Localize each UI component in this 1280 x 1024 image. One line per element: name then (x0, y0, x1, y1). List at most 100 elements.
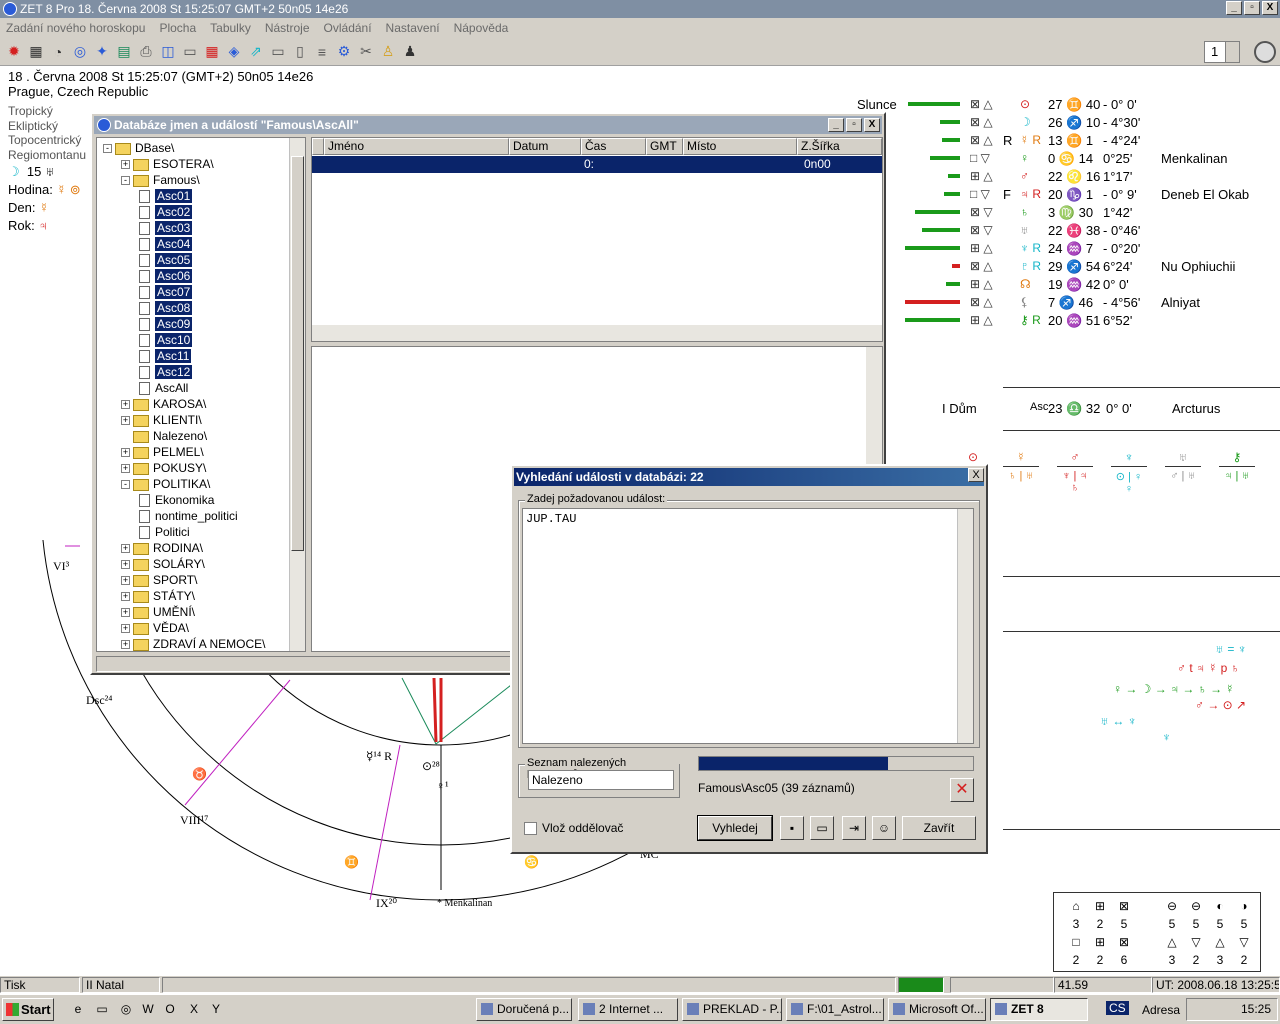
person-icon[interactable]: ☺ (872, 816, 896, 840)
table-icon[interactable]: ▤ (114, 42, 134, 62)
minimize-button[interactable]: _ (1226, 1, 1242, 15)
tree-folder[interactable]: Nalezeno\ (121, 428, 207, 444)
query-textarea[interactable]: JUP.TAU (522, 508, 974, 744)
word-icon[interactable]: W (140, 1001, 156, 1017)
start-button[interactable]: Start (2, 998, 54, 1021)
expand-toggle-icon[interactable]: + (121, 560, 130, 570)
planet-row[interactable]: n⊠ ▽♄3 ♍ 301°42' (855, 204, 1275, 222)
tree-scrollbar[interactable] (289, 138, 305, 651)
export-icon[interactable]: ⇥ (842, 816, 866, 840)
tree-folder[interactable]: - DBase\ (103, 140, 174, 156)
planet-row[interactable]: rs⊞ △♂22 ♌ 161°17' (855, 168, 1275, 186)
tree-file[interactable]: Asc09 (139, 316, 193, 332)
grid2-icon[interactable]: ▦ (202, 42, 222, 62)
tree-folder[interactable]: - POLITIKA\ (121, 476, 210, 492)
expand-toggle-icon[interactable]: + (121, 624, 130, 634)
menu-new-horoscope[interactable]: Zadání nového horoskopu (6, 18, 145, 38)
expand-toggle-icon[interactable]: + (121, 544, 130, 554)
tree-file[interactable]: Asc06 (139, 268, 193, 284)
planet-row[interactable]: un⊞ △♆ R24 ♒ 7- 0°20' (855, 240, 1275, 258)
planet-row[interactable]: an⊠ ▽♅22 ♓ 38- 0°46' (855, 222, 1275, 240)
expand-toggle-icon[interactable]: - (121, 176, 130, 186)
menu-tabulky[interactable]: Tabulky (210, 18, 251, 38)
task-inbox[interactable]: Doručená p... (476, 998, 572, 1021)
ie-icon[interactable]: e (70, 1001, 86, 1017)
dialog-close-button[interactable]: X (968, 468, 984, 482)
expand-toggle-icon[interactable]: + (121, 608, 130, 618)
expand-toggle-icon[interactable]: + (121, 160, 130, 170)
tree-folder[interactable]: + UMĚNÍ\ (121, 604, 195, 620)
grid-horizontal-scrollbar[interactable] (312, 325, 882, 341)
planet-row[interactable]: še□ ▽♀0 ♋ 140°25'Menkalinan (855, 150, 1275, 168)
tree-file[interactable]: nontime_politici (139, 508, 238, 524)
tree-file[interactable]: Asc01 (139, 188, 193, 204)
tree-folder[interactable]: - Famous\ (121, 172, 200, 188)
folder-icon[interactable]: ▭ (94, 1001, 110, 1017)
dual-icon[interactable]: ◫ (158, 42, 178, 62)
col-misto[interactable]: Místo (683, 138, 797, 155)
task-internet[interactable]: 2 Internet ... (578, 998, 678, 1021)
arrows-icon[interactable]: ⇗ (246, 42, 266, 62)
app-icon[interactable]: ◎ (118, 1001, 134, 1017)
tree-file[interactable]: Asc12 (139, 364, 193, 380)
expand-toggle-icon[interactable]: + (121, 592, 130, 602)
tree-file[interactable]: Asc02 (139, 204, 193, 220)
col-jmeno[interactable]: Jméno (324, 138, 509, 155)
task-explorer[interactable]: F:\01_Astrol... (786, 998, 884, 1021)
expand-toggle-icon[interactable]: + (121, 400, 130, 410)
col-zsirka[interactable]: Z.Šířka (797, 138, 882, 155)
tree-folder[interactable]: + SPORT\ (121, 572, 197, 588)
db-close-button[interactable]: X (864, 118, 880, 132)
table-row[interactable]: 0: 0n00 (312, 156, 882, 173)
expand-toggle-icon[interactable]: + (121, 640, 130, 650)
tree-scroll-thumb[interactable] (291, 156, 304, 551)
expand-toggle-icon[interactable]: + (121, 576, 130, 586)
tree-folder[interactable]: + SOLÁRY\ (121, 556, 205, 572)
col-cas[interactable]: Čas (581, 138, 646, 155)
close-button[interactable]: X (1262, 1, 1278, 15)
task-preklad[interactable]: PREKLAD - P... (682, 998, 782, 1021)
planet-row[interactable]: on⊞ △⚷ R20 ♒ 516°52' (855, 312, 1275, 330)
wheel-icon[interactable]: ◎ (70, 42, 90, 62)
open-folder-icon[interactable]: ▭ (810, 816, 834, 840)
tree-file[interactable]: AscAll (139, 380, 188, 396)
task-zet8[interactable]: ZET 8 (990, 998, 1088, 1021)
tree-file[interactable]: Politici (139, 524, 190, 540)
expand-toggle-icon[interactable]: + (121, 416, 130, 426)
tree-folder[interactable]: + STÁTY\ (121, 588, 195, 604)
save-icon[interactable]: ▪ (780, 816, 804, 840)
stack-icon[interactable]: ≡ (312, 42, 332, 62)
tree-file[interactable]: Asc11 (139, 348, 192, 364)
spinner-arrows[interactable] (1225, 42, 1239, 62)
print-icon[interactable]: ⎙ (136, 42, 156, 62)
tool-icon[interactable]: Y (208, 1001, 224, 1017)
gear-icon[interactable]: ⚙ (334, 42, 354, 62)
person-icon[interactable]: ♙ (378, 42, 398, 62)
task-office[interactable]: Microsoft Of... (888, 998, 986, 1021)
db-minimize-button[interactable]: _ (828, 118, 844, 132)
separator-checkbox[interactable] (524, 822, 537, 835)
tree-file[interactable]: Asc08 (139, 300, 193, 316)
page-spinner[interactable]: 1 (1204, 41, 1240, 63)
tree-folder[interactable]: + ZDRAVÍ A NEMOCE\ (121, 636, 265, 651)
menu-nastaveni[interactable]: Nastavení (386, 18, 440, 38)
tree-folder[interactable]: + VĚDA\ (121, 620, 189, 636)
planet-row[interactable]: Slunce ⊠ △ ⊙ 27 ♊ 40- 0° 0' (855, 96, 1275, 114)
language-indicator[interactable]: CS (1106, 1001, 1129, 1015)
page-icon[interactable]: ▭ (180, 42, 200, 62)
tree-file[interactable]: Asc07 (139, 284, 193, 300)
planet-row[interactable]: co⊠ △♇ R29 ♐ 546°24'Nu Ophiuchii (855, 258, 1275, 276)
expand-toggle-icon[interactable]: + (121, 464, 130, 474)
tree-folder[interactable]: + KLIENTI\ (121, 412, 202, 428)
tools-icon[interactable]: ✂ (356, 42, 376, 62)
tree-file[interactable]: Asc04 (139, 236, 193, 252)
planet-row[interactable]: ch⊠ △⚸7 ♐ 46- 4°56'Alniyat (855, 294, 1275, 312)
brush-icon[interactable]: ◔ (48, 42, 68, 62)
outlook-icon[interactable]: O (162, 1001, 178, 1017)
tree-folder[interactable]: + KAROSA\ (121, 396, 206, 412)
expand-toggle-icon[interactable]: + (121, 448, 130, 458)
grid-icon[interactable]: ▦ (26, 42, 46, 62)
expand-toggle-icon[interactable]: - (121, 480, 130, 490)
planet-row[interactable]: ur⊠ △R☿ R13 ♊ 1- 4°24' (855, 132, 1275, 150)
close-dialog-button[interactable]: Zavřít (902, 816, 976, 840)
